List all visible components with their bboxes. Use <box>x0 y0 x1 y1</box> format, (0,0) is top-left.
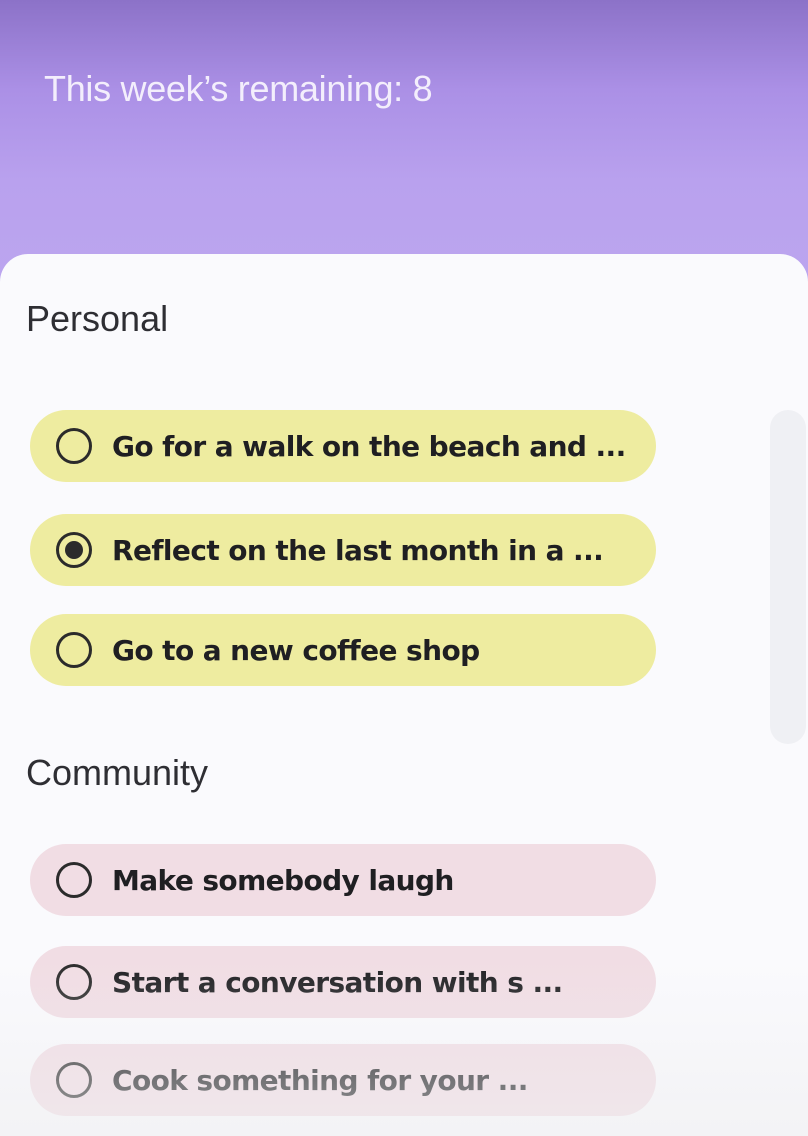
section-title-community: Community <box>26 752 209 793</box>
challenge-item-label: Go for a walk on the beach and ... <box>112 429 626 463</box>
challenge-item-label: Make somebody laugh <box>112 863 454 897</box>
radio-unchecked-icon[interactable] <box>56 862 92 898</box>
radio-unchecked-icon[interactable] <box>56 632 92 668</box>
challenge-item-label: Go to a new coffee shop <box>112 633 480 667</box>
challenge-item-start-conversation[interactable]: Start a conversation with s ... <box>30 946 656 1018</box>
challenge-item-new-coffee-shop[interactable]: Go to a new coffee shop <box>30 614 656 686</box>
challenge-item-label: Reflect on the last month in a ... <box>112 533 604 567</box>
challenge-item-make-somebody-laugh[interactable]: Make somebody laugh <box>30 844 656 916</box>
challenge-item-walk-on-beach[interactable]: Go for a walk on the beach and ... <box>30 410 656 482</box>
challenge-item-label: Start a conversation with s ... <box>112 965 563 999</box>
section-title-personal: Personal <box>26 298 169 339</box>
scrollbar[interactable] <box>770 410 806 744</box>
challenge-item-label: Cook something for your ... <box>112 1063 528 1097</box>
radio-unchecked-icon[interactable] <box>56 428 92 464</box>
weekly-remaining-count: This week’s remaining: 8 <box>44 68 433 109</box>
challenge-item-cook-something[interactable]: Cook something for your ... <box>30 1044 656 1116</box>
radio-unchecked-icon[interactable] <box>56 964 92 1000</box>
radio-checked-icon[interactable] <box>56 532 92 568</box>
radio-unchecked-icon[interactable] <box>56 1062 92 1098</box>
challenge-item-reflect-last-month[interactable]: Reflect on the last month in a ... <box>30 514 656 586</box>
